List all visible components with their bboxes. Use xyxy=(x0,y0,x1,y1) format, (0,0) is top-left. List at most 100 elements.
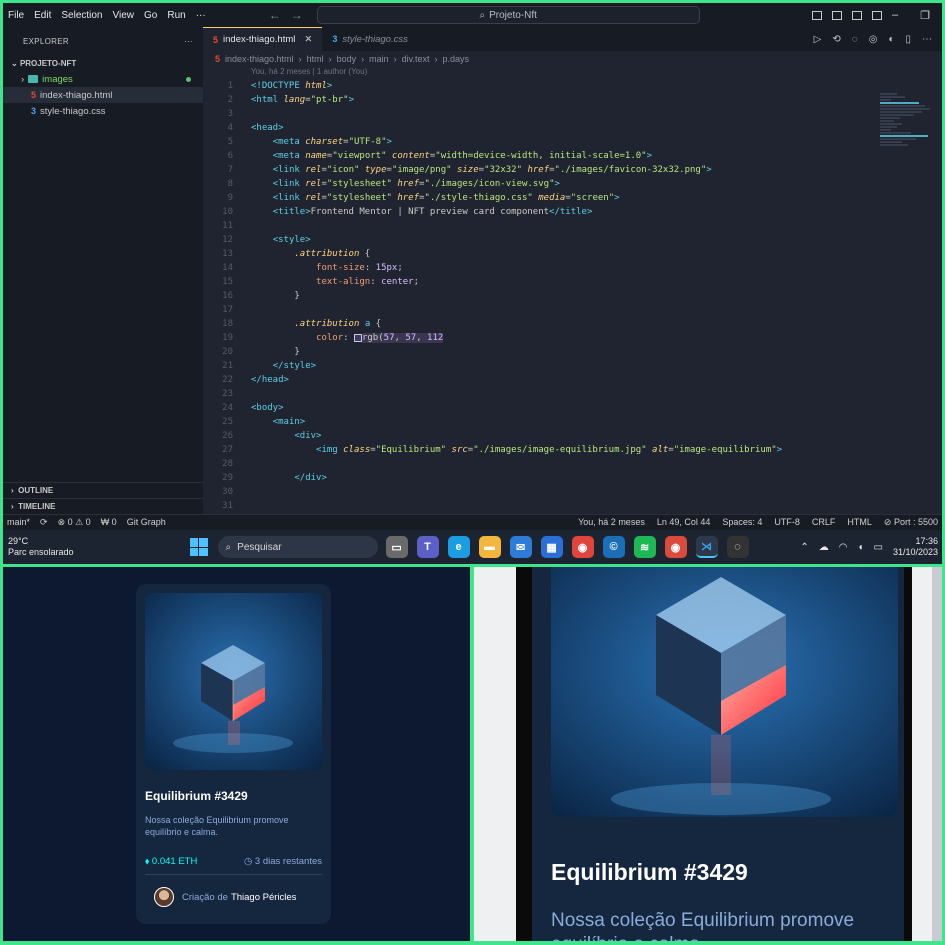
cursor-position[interactable]: Ln 49, Col 44 xyxy=(657,517,711,528)
toggle-secondary-sidebar-icon[interactable] xyxy=(852,10,862,20)
menu-edit[interactable]: Edit xyxy=(29,10,56,21)
problems-indicator[interactable]: ⊗ 0 ⚠ 0 xyxy=(58,517,91,528)
code-line[interactable]: 31 xyxy=(203,499,942,513)
code-line[interactable]: 24 <body> xyxy=(203,401,942,415)
menu-file[interactable]: File xyxy=(3,10,29,21)
outline-section[interactable]: › OUTLINE xyxy=(3,482,203,498)
breadcrumb-item[interactable]: index-thiago.html xyxy=(225,54,294,64)
breadcrumb-item[interactable]: body xyxy=(337,54,357,64)
tab-index-html[interactable]: 5 index-thiago.html ✕ xyxy=(203,27,323,51)
tree-item-index-html[interactable]: 5 index-thiago.html xyxy=(3,87,203,103)
indentation[interactable]: Spaces: 4 xyxy=(722,517,762,528)
code-line[interactable]: 26 <div> xyxy=(203,429,942,443)
code-line[interactable]: 9 <link rel="stylesheet" href="./style-t… xyxy=(203,191,942,205)
edge-icon[interactable]: e xyxy=(447,536,470,558)
code-line[interactable]: 19 color: rgb(57, 57, 112 xyxy=(203,331,942,345)
code-line[interactable]: 22 </head> xyxy=(203,373,942,387)
tree-item-images[interactable]: › images xyxy=(3,71,203,87)
taskbar-search[interactable]: ⌕ Pesquisar xyxy=(217,536,378,558)
minimap[interactable] xyxy=(880,93,936,213)
restore-icon[interactable]: ❐ xyxy=(920,9,930,22)
app-ring-icon[interactable]: ◌ xyxy=(726,536,749,558)
menu-selection[interactable]: Selection xyxy=(56,10,107,21)
nft-cube-image-large[interactable] xyxy=(551,567,898,817)
code-line[interactable]: 7 <link rel="icon" type="image/png" size… xyxy=(203,163,942,177)
code-line[interactable]: 17 xyxy=(203,303,942,317)
volume-icon[interactable]: ◖ xyxy=(857,542,863,553)
code-line[interactable]: 18 .attribution a { xyxy=(203,317,942,331)
code-line[interactable]: 12 <style> xyxy=(203,233,942,247)
mail-icon[interactable]: ✉ xyxy=(509,536,532,558)
language-mode[interactable]: HTML xyxy=(847,517,872,528)
code-line[interactable]: 3 xyxy=(203,107,942,121)
app-c-icon[interactable]: © xyxy=(602,536,625,558)
code-line[interactable]: 23 xyxy=(203,387,942,401)
nft-cube-image[interactable] xyxy=(145,593,322,770)
more-actions-icon[interactable]: ⋯ xyxy=(922,34,932,45)
back-arrow-icon[interactable]: ← xyxy=(269,8,281,22)
explorer-more-icon[interactable]: ··· xyxy=(184,37,193,46)
code-line[interactable]: 28 xyxy=(203,457,942,471)
customize-layout-icon[interactable] xyxy=(872,10,882,20)
chevron-up-icon[interactable]: ⌃ xyxy=(800,542,808,553)
breadcrumb-item[interactable]: p.days xyxy=(442,54,469,64)
nft-title-large[interactable]: Equilibrium #3429 xyxy=(551,859,748,886)
author-link[interactable]: Thiago Péricles xyxy=(231,892,296,903)
chrome-icon[interactable]: ◉ xyxy=(571,536,594,558)
git-branch[interactable]: main* xyxy=(7,517,30,528)
weather-widget[interactable]: 29°C Parc ensolarado xyxy=(3,536,74,558)
project-folder[interactable]: ⌄ PROJETO-NFT xyxy=(3,55,203,71)
code-line[interactable]: 25 <main> xyxy=(203,415,942,429)
menu-run[interactable]: Run xyxy=(162,10,190,21)
store-icon[interactable]: ▦ xyxy=(540,536,563,558)
file-explorer-icon[interactable]: ▬ xyxy=(478,536,501,558)
code-line[interactable]: 27 <img class="Equilibrium" src="./image… xyxy=(203,443,942,457)
clock[interactable]: 17:36 31/10/2023 xyxy=(893,536,938,558)
codelens-blame[interactable]: You, há 2 meses | 1 author (You) xyxy=(203,67,942,79)
breadcrumb-item[interactable]: html xyxy=(307,54,324,64)
minimize-icon[interactable]: – xyxy=(892,9,898,22)
split-editor-icon[interactable]: ▯ xyxy=(905,34,911,45)
code-line[interactable]: 15 text-align: center; xyxy=(203,275,942,289)
breadcrumb-item[interactable]: div.text xyxy=(402,54,430,64)
chrome-profile-icon[interactable]: ◉ xyxy=(664,536,687,558)
code-line[interactable]: 14 font-size: 15px; xyxy=(203,261,942,275)
code-line[interactable]: 13 .attribution { xyxy=(203,247,942,261)
copilot-icon[interactable]: ◐ xyxy=(888,34,894,45)
breadcrumb-item[interactable]: main xyxy=(369,54,389,64)
code-line[interactable]: 20 } xyxy=(203,345,942,359)
git-graph-button[interactable]: Git Graph xyxy=(127,517,166,528)
close-icon[interactable]: ✕ xyxy=(304,34,312,45)
battery-icon[interactable]: ▭ xyxy=(874,542,883,553)
cloud-icon[interactable]: ☁ xyxy=(819,542,829,553)
forward-arrow-icon[interactable]: → xyxy=(291,8,303,22)
encoding[interactable]: UTF-8 xyxy=(774,517,800,528)
line-ending[interactable]: CRLF xyxy=(812,517,836,528)
vscode-taskbar-icon[interactable]: ⋊ xyxy=(695,536,718,558)
wifi-icon[interactable]: ◠ xyxy=(839,542,848,553)
code-line[interactable]: 4 <head> xyxy=(203,121,942,135)
nft-title[interactable]: Equilibrium #3429 xyxy=(145,789,248,803)
tree-item-style-css[interactable]: 3 style-thiago.css xyxy=(3,103,203,119)
run-icon[interactable]: ▷ xyxy=(814,34,822,45)
diff-icon[interactable]: ◌ xyxy=(852,34,858,45)
menu-go[interactable]: Go xyxy=(139,10,162,21)
code-line[interactable]: 30 xyxy=(203,485,942,499)
start-button-icon[interactable] xyxy=(189,538,208,556)
code-line[interactable]: 1 <!DOCTYPE html> xyxy=(203,79,942,93)
code-line[interactable]: 6 <meta name="viewport" content="width=d… xyxy=(203,149,942,163)
toggle-panel-icon[interactable] xyxy=(832,10,842,20)
code-line[interactable]: 8 <link rel="stylesheet" href="./images/… xyxy=(203,177,942,191)
command-center[interactable]: ⌕ Projeto-Nft xyxy=(316,6,700,24)
menu-view[interactable]: View xyxy=(108,10,140,21)
sync-icon[interactable]: ⟳ xyxy=(40,517,48,528)
toggle-sidebar-icon[interactable] xyxy=(812,10,822,20)
tab-style-css[interactable]: 3 style-thiago.css xyxy=(322,27,418,51)
spotify-icon[interactable]: ≋ xyxy=(633,536,656,558)
timeline-icon[interactable]: ◎ xyxy=(869,34,878,45)
code-line[interactable]: 29 </div> xyxy=(203,471,942,485)
live-server-port[interactable]: ⊘ Port : 5500 xyxy=(884,517,938,528)
live-server-icon[interactable]: ⟲ xyxy=(832,34,840,45)
teams-icon[interactable]: T xyxy=(416,536,439,558)
menu-more[interactable]: ··· xyxy=(191,10,211,21)
